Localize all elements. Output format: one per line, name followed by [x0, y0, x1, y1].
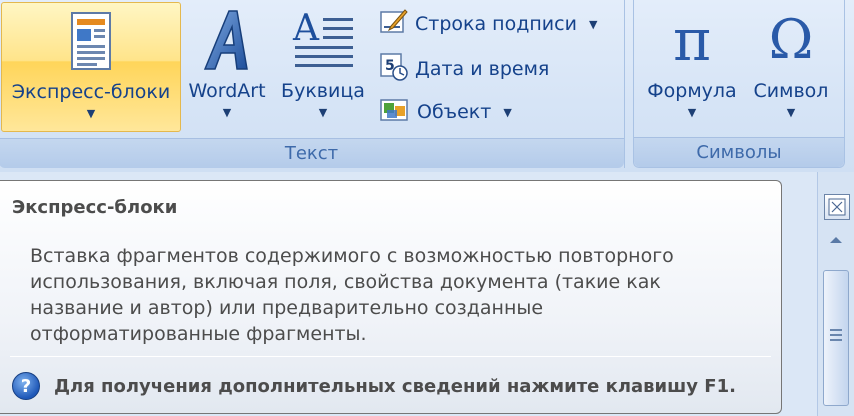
group-text: Экспресс-блоки ▼ WordArt ▼ A Буквица ▼ С…: [0, 0, 625, 168]
group-symbols-label-bar: Символы: [634, 137, 844, 167]
tooltip-help-row: ? Для получения дополнительных сведений …: [12, 372, 736, 400]
wordart-button[interactable]: WordArt ▼: [183, 2, 271, 132]
signature-line-label: Строка подписи: [415, 13, 577, 35]
drop-cap-button[interactable]: A Буквица ▼: [279, 2, 367, 132]
omega-glyph: Ω: [768, 8, 814, 71]
chevron-down-icon: ▼: [86, 107, 96, 120]
chevron-down-icon: ▼: [786, 106, 796, 119]
scroll-grip: [830, 329, 842, 331]
object-label: Объект: [417, 101, 492, 123]
group-text-label: Текст: [284, 143, 339, 164]
ribbon: Экспресс-блоки ▼ WordArt ▼ A Буквица ▼ С…: [0, 0, 854, 172]
quick-parts-icon: [71, 3, 111, 79]
drop-cap-label: Буквица: [281, 80, 365, 102]
scroll-grip: [830, 339, 842, 341]
wordart-label: WordArt: [188, 80, 266, 102]
tooltip-body: Вставка фрагментов содержимого с возможн…: [30, 245, 674, 345]
tooltip-separator: [10, 356, 771, 357]
chevron-down-icon: ▼: [222, 106, 232, 119]
wordart-icon: [199, 2, 255, 78]
pi-icon: π: [673, 2, 711, 78]
scroll-thumb[interactable]: [823, 270, 849, 406]
signature-line-button[interactable]: Строка подписи ▼: [379, 6, 597, 42]
chevron-down-icon: ▼: [318, 106, 328, 119]
chevron-down-icon: ▼: [503, 105, 512, 119]
symbol-label: Символ: [753, 80, 829, 102]
tooltip-help-text: Для получения дополнительных сведений на…: [54, 375, 736, 397]
svg-text:A: A: [292, 10, 320, 49]
equation-button[interactable]: π Формула ▼: [642, 2, 742, 132]
help-icon: ?: [12, 372, 40, 400]
chevron-down-icon: ▼: [687, 106, 697, 119]
scroll-grip: [830, 334, 842, 336]
tooltip-title: Экспресс-блоки: [12, 197, 178, 218]
drop-cap-icon: A: [291, 2, 355, 78]
date-time-button[interactable]: 5 Дата и время: [379, 51, 549, 87]
quick-parts-button[interactable]: Экспресс-блоки ▼: [1, 2, 181, 132]
quick-parts-label: Экспресс-блоки: [11, 81, 171, 103]
group-symbols: π Формула ▼ Ω Символ ▼ Символы: [633, 0, 845, 168]
date-time-icon: 5: [379, 52, 409, 86]
group-text-label-bar: Текст: [0, 138, 624, 168]
chevron-down-icon: ▼: [588, 17, 598, 31]
signature-line-icon: [379, 8, 409, 40]
ruler-icon: [828, 198, 846, 216]
group-symbols-label: Символы: [696, 142, 782, 163]
scroll-up-arrow[interactable]: [826, 232, 846, 248]
super-tooltip: Экспресс-блоки Вставка фрагментов содерж…: [0, 180, 782, 414]
omega-icon: Ω: [769, 2, 814, 78]
chevron-up-icon: [830, 237, 842, 243]
object-icon: [379, 96, 411, 128]
date-time-label: Дата и время: [415, 58, 550, 80]
pi-glyph: π: [672, 6, 712, 74]
equation-label: Формула: [647, 80, 737, 102]
ruler-toggle-button[interactable]: [824, 194, 850, 220]
object-button[interactable]: Объект ▼: [379, 94, 512, 130]
symbol-button[interactable]: Ω Символ ▼: [746, 2, 836, 132]
